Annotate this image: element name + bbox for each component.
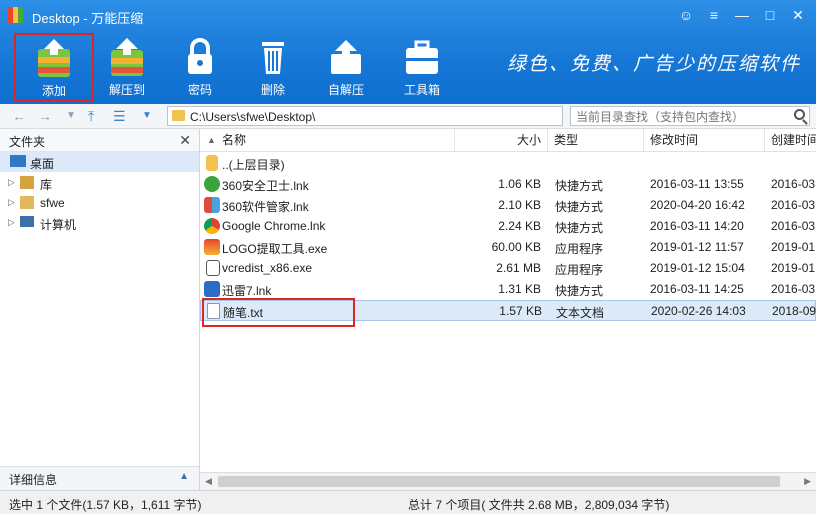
view-mode-icon[interactable]: ☰ xyxy=(113,108,126,125)
search-input[interactable] xyxy=(574,108,790,126)
scroll-right-icon[interactable]: ▶ xyxy=(804,476,811,487)
toolbox-icon xyxy=(406,40,438,74)
installer-icon xyxy=(206,260,220,276)
col-name[interactable]: ▲ 名称 xyxy=(200,129,455,151)
delete-button[interactable]: 删除 xyxy=(238,34,308,98)
slogan-text: 绿色、免费、广告少的压缩软件 xyxy=(507,53,802,75)
add-button[interactable]: 添加 xyxy=(14,33,94,101)
toolbox-button[interactable]: 工具箱 xyxy=(387,34,457,98)
highlight-box xyxy=(202,298,355,327)
status-total: 总计 7 个项目( 文件共 2.68 MB，2,809,034 字节) xyxy=(408,498,670,512)
close-pane-icon[interactable]: ✕ xyxy=(179,132,191,149)
360-manager-icon xyxy=(204,197,220,213)
file-row[interactable]: ..(上层目录) xyxy=(200,153,816,174)
search-icon[interactable] xyxy=(794,109,805,120)
minimize-button[interactable]: — xyxy=(730,4,754,26)
app-logo-icon xyxy=(8,7,23,23)
library-icon xyxy=(20,176,34,189)
folder-pane-header: 文件夹 ✕ xyxy=(0,129,199,152)
password-button[interactable]: 密码 xyxy=(165,34,235,98)
folder-pane-title: 文件夹 xyxy=(9,135,46,149)
history-dropdown-icon[interactable]: ▼ xyxy=(66,110,76,121)
file-row[interactable]: 迅雷7.lnk 1.31 KB 快捷方式 2016-03-11 14:25 20… xyxy=(200,279,816,300)
expand-arrow-icon[interactable]: ▷ xyxy=(8,217,15,228)
tree-item-user[interactable]: ▷ sfwe xyxy=(0,193,199,213)
file-row[interactable]: 360安全卫士.lnk 1.06 KB 快捷方式 2016-03-11 13:5… xyxy=(200,174,816,195)
file-row[interactable]: vcredist_x86.exe 2.61 MB 应用程序 2019-01-12… xyxy=(200,258,816,279)
folder-up-icon xyxy=(206,155,218,171)
desktop-icon xyxy=(10,155,26,167)
sort-up-icon: ▲ xyxy=(207,135,216,145)
title-bar: Desktop - 万能压缩 ☺ ≡ — □ ✕ xyxy=(0,0,816,32)
file-row[interactable]: LOGO提取工具.exe 60.00 KB 应用程序 2019-01-12 11… xyxy=(200,237,816,258)
extract-to-icon xyxy=(111,38,143,76)
lock-icon xyxy=(188,38,212,74)
self-extract-icon xyxy=(331,40,361,74)
search-box[interactable] xyxy=(570,106,810,126)
tree-item-library[interactable]: ▷ 库 xyxy=(0,173,199,193)
up-folder-icon[interactable]: ⤒ xyxy=(88,108,94,125)
details-label: 详细信息 xyxy=(9,473,58,487)
logo-tool-icon xyxy=(204,239,220,255)
close-button[interactable]: ✕ xyxy=(786,4,810,26)
window-title: Desktop - 万能压缩 xyxy=(32,11,144,26)
view-dropdown-icon[interactable]: ▼ xyxy=(142,110,152,121)
user-folder-icon xyxy=(20,196,34,209)
add-archive-icon xyxy=(38,39,70,77)
status-bar: 选中 1 个文件(1.57 KB，1,611 字节) 总计 7 个项目( 文件共… xyxy=(0,490,816,514)
feedback-icon[interactable]: ☺ xyxy=(674,4,698,26)
thunder-icon xyxy=(204,281,220,297)
col-modified[interactable]: 修改时间 xyxy=(644,129,765,151)
tree-item-desktop[interactable]: 桌面 xyxy=(0,152,199,172)
computer-icon xyxy=(20,216,34,227)
address-bar: ← → ▼ ⤒ ☰ ▼ C:\Users\sfwe\Desktop\ xyxy=(0,104,816,129)
col-size[interactable]: 大小 xyxy=(455,129,548,151)
col-created[interactable]: 创建时间 xyxy=(765,129,816,151)
file-row[interactable]: 360软件管家.lnk 2.10 KB 快捷方式 2020-04-20 16:4… xyxy=(200,195,816,216)
collapse-up-icon[interactable]: ▲ xyxy=(179,471,189,482)
col-type[interactable]: 类型 xyxy=(548,129,644,151)
self-extract-button[interactable]: 自解压 xyxy=(311,34,381,98)
maximize-button[interactable]: □ xyxy=(758,4,782,26)
expand-arrow-icon[interactable]: ▷ xyxy=(8,177,15,188)
horizontal-scrollbar[interactable]: ◀ ▶ xyxy=(200,472,816,491)
back-icon[interactable]: ← xyxy=(12,108,26,124)
folder-icon xyxy=(172,110,185,121)
tree-item-computer[interactable]: ▷ 计算机 xyxy=(0,213,199,233)
top-banner: Desktop - 万能压缩 ☺ ≡ — □ ✕ 添加 解压到 密码 删除 自解… xyxy=(0,0,816,104)
address-field[interactable]: C:\Users\sfwe\Desktop\ xyxy=(167,106,563,126)
file-row[interactable]: Google Chrome.lnk 2.24 KB 快捷方式 2016-03-1… xyxy=(200,216,816,237)
scroll-left-icon[interactable]: ◀ xyxy=(205,476,212,487)
expand-arrow-icon[interactable]: ▷ xyxy=(8,197,15,208)
scroll-thumb[interactable] xyxy=(218,476,780,487)
chrome-icon xyxy=(204,218,220,234)
forward-icon[interactable]: → xyxy=(38,108,52,124)
column-header: ▲ 名称 大小 类型 修改时间 创建时间 xyxy=(200,129,816,152)
360-safe-icon xyxy=(204,176,220,192)
trash-icon xyxy=(262,42,284,74)
folder-pane: 文件夹 ✕ 桌面 ▷ 库 ▷ sfwe ▷ 计算机 xyxy=(0,129,200,490)
status-selection: 选中 1 个文件(1.57 KB，1,611 字节) xyxy=(9,498,202,512)
details-panel-toggle[interactable]: 详细信息 ▲ xyxy=(0,466,199,491)
menu-icon[interactable]: ≡ xyxy=(702,4,726,26)
extract-to-button[interactable]: 解压到 xyxy=(92,34,162,98)
